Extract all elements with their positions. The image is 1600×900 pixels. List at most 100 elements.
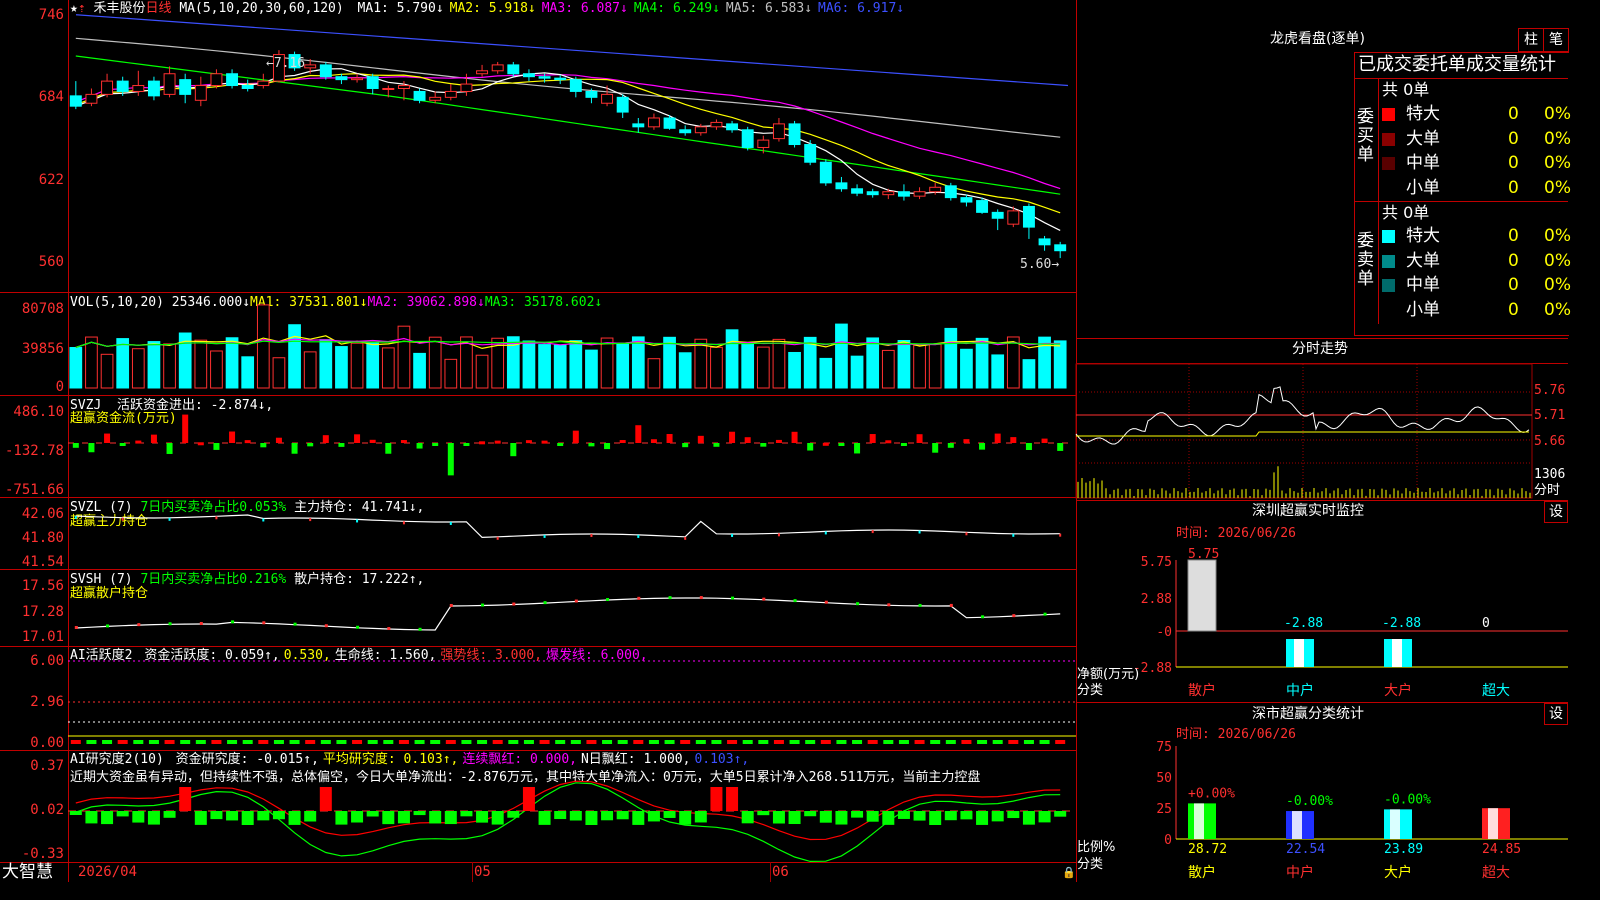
activity-chart[interactable] xyxy=(68,647,1076,750)
holding-tick xyxy=(168,622,172,626)
candlestick-chart[interactable] xyxy=(68,0,1076,292)
volume-bar xyxy=(944,327,958,389)
research-bar xyxy=(694,811,707,823)
volume-chart[interactable] xyxy=(68,293,1076,395)
main-holding-line xyxy=(75,514,1061,539)
classify-category: 中户 xyxy=(1286,864,1314,881)
order-count: 0 xyxy=(1508,226,1519,246)
holding-tick xyxy=(231,620,235,624)
price-tick: 560 xyxy=(38,254,64,270)
activity-bar xyxy=(492,740,503,744)
activity-bar xyxy=(508,740,519,744)
brand-label[interactable]: 大智慧 xyxy=(2,862,53,882)
volume-bar xyxy=(335,346,348,389)
research-bar xyxy=(741,811,754,824)
candle-body xyxy=(147,80,160,97)
flow-bar xyxy=(557,443,564,446)
flow-bar xyxy=(260,443,267,448)
classify-title: 深市超赢分类统计 xyxy=(1252,706,1364,722)
activity-bar xyxy=(70,740,81,744)
research-bar xyxy=(616,811,629,820)
candle-body xyxy=(226,73,239,87)
ai1-tick: 6.00 xyxy=(30,653,64,669)
candle-body xyxy=(960,197,973,203)
order-size-name: 大单 xyxy=(1406,250,1440,271)
research-bar xyxy=(554,811,567,820)
candle-body xyxy=(866,191,879,196)
order-pct: 0% xyxy=(1544,153,1571,173)
candle-body xyxy=(757,139,770,148)
intraday-chart[interactable] xyxy=(1075,363,1533,499)
flow-bar xyxy=(619,440,626,444)
intraday-vol-unit: 分时 xyxy=(1534,483,1561,498)
volume-bar xyxy=(100,353,114,389)
classify-bar-chart[interactable]: 75 50 25 0 +0.00% 28.72 散户 -0.00% 22.54 中户 -0.00% 2… xyxy=(1076,740,1568,882)
flow-bar xyxy=(369,439,376,443)
flow-bar xyxy=(775,439,782,443)
volume-bar xyxy=(881,349,895,389)
research-bar xyxy=(413,811,426,816)
candle-body xyxy=(976,200,989,213)
svzj-tick: -751.66 xyxy=(4,482,64,498)
activity-bar xyxy=(930,740,941,744)
holding-tick xyxy=(449,603,453,607)
research-bar xyxy=(913,811,926,821)
research-bar xyxy=(569,811,582,821)
svzl-tick: 41.80 xyxy=(21,530,64,546)
activity-bar xyxy=(336,740,347,744)
candle-body xyxy=(944,185,957,199)
order-size-name: 特大 xyxy=(1406,104,1440,124)
activity-bar xyxy=(289,740,300,744)
research-bar xyxy=(288,811,301,825)
retail-holding-chart[interactable] xyxy=(68,570,1076,646)
volume-bar xyxy=(819,357,833,389)
research-bar xyxy=(1022,811,1035,825)
monitor-settings-button[interactable]: 设 xyxy=(1544,501,1568,523)
fund-flow-chart[interactable] xyxy=(68,396,1076,497)
candle-body xyxy=(726,123,739,131)
classify-tick: 25 xyxy=(1156,802,1172,817)
flow-bar xyxy=(572,430,579,443)
bar-mode-button[interactable]: 柱 xyxy=(1518,28,1544,52)
flow-bar xyxy=(1025,443,1032,451)
research-bar xyxy=(85,811,98,824)
holding-tick xyxy=(684,536,687,540)
classify-settings-button[interactable]: 设 xyxy=(1544,703,1568,725)
monitor-category: 散户 xyxy=(1188,682,1216,699)
volume-bar xyxy=(475,354,489,389)
holding-tick xyxy=(309,518,312,522)
research-chart[interactable] xyxy=(68,751,1076,863)
flow-bar xyxy=(588,443,595,447)
research-bar xyxy=(710,787,723,811)
candle-body xyxy=(241,85,254,89)
research-bar xyxy=(647,811,660,822)
legend-swatch xyxy=(1382,230,1395,243)
candle-body xyxy=(772,123,785,140)
order-count: 0 xyxy=(1508,177,1519,198)
main-holding-chart[interactable] xyxy=(68,498,1076,569)
classify-tick: 0 xyxy=(1164,833,1172,848)
volume-bar xyxy=(272,357,286,389)
lock-icon[interactable]: 🔒 xyxy=(1062,865,1076,880)
tick-mode-button[interactable]: 笔 xyxy=(1543,28,1569,52)
order-pct: 0% xyxy=(1544,128,1571,149)
activity-bar xyxy=(1039,740,1050,744)
holding-tick xyxy=(1012,533,1015,537)
monitor-bar-chart[interactable]: 5.752.88-0-2.885.75散户-2.88中户-2.88大户0超大 xyxy=(1076,540,1568,700)
date-axis-line xyxy=(0,862,1076,863)
divider xyxy=(1354,201,1568,202)
flow-bar xyxy=(916,434,923,443)
volume-bar xyxy=(585,349,598,389)
research-bar xyxy=(351,811,364,823)
volume-bar xyxy=(288,324,301,389)
legend-swatch xyxy=(1382,132,1395,146)
holding-tick xyxy=(949,603,953,607)
order-pct: 0% xyxy=(1544,299,1571,320)
flow-bar xyxy=(994,433,1001,443)
activity-bar xyxy=(383,740,394,744)
svzj-tick: 486.10 xyxy=(13,404,64,420)
volume-bar xyxy=(631,336,645,389)
research-bar xyxy=(194,811,207,825)
holding-tick xyxy=(699,596,703,600)
flow-bar xyxy=(947,443,954,448)
